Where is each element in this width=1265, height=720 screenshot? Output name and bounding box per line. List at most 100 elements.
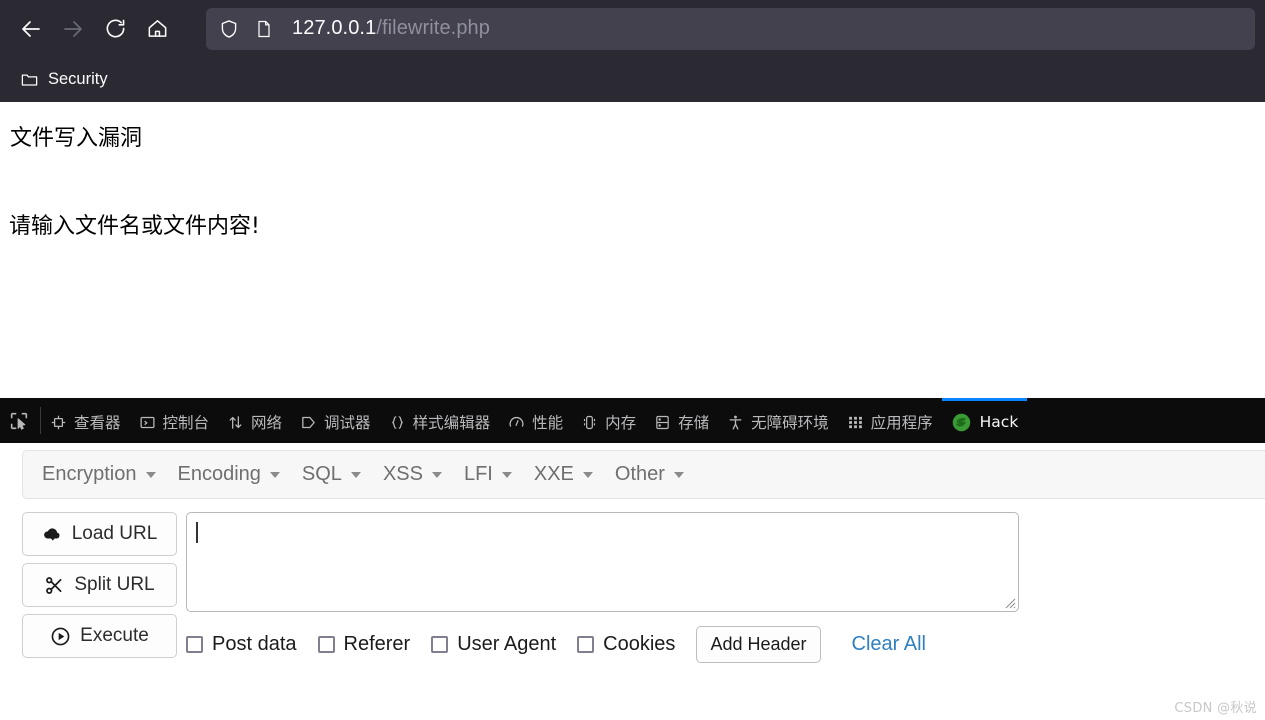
add-header-button[interactable]: Add Header bbox=[696, 626, 821, 663]
reload-button[interactable] bbox=[94, 9, 136, 49]
checkbox-box[interactable] bbox=[577, 636, 595, 653]
bookmark-item-security[interactable]: Security bbox=[14, 66, 116, 93]
hackbar-menu-lfi[interactable]: LFI bbox=[453, 457, 523, 492]
inspector-icon bbox=[50, 414, 67, 431]
bookmarks-toolbar: Security bbox=[0, 57, 1265, 102]
chevron-down-icon bbox=[582, 471, 593, 478]
checkbox-post-data[interactable]: Post data bbox=[186, 633, 297, 656]
page-icon bbox=[254, 19, 274, 39]
cloud-download-icon bbox=[42, 524, 63, 545]
storage-icon bbox=[654, 414, 671, 431]
split-url-button[interactable]: Split URL bbox=[22, 563, 177, 607]
devtools-tab-label: 应用程序 bbox=[870, 414, 933, 432]
chevron-down-icon bbox=[501, 471, 512, 478]
devtools-tab-label: 存储 bbox=[678, 414, 710, 432]
hackbar-menu-encryption[interactable]: Encryption bbox=[31, 457, 167, 492]
devtools-tab-label: 内存 bbox=[605, 414, 637, 432]
page-prompt-text: 请输入文件名或文件内容! bbox=[9, 214, 260, 239]
execute-button[interactable]: Execute bbox=[22, 614, 177, 658]
hackbar-input-area: Post data Referer User Agent Cookies Add… bbox=[177, 512, 1265, 720]
button-label: Execute bbox=[80, 625, 149, 646]
menu-label: Encoding bbox=[177, 463, 261, 485]
address-bar[interactable]: 127.0.0.1/filewrite.php bbox=[206, 7, 1255, 50]
checkbox-label: User Agent bbox=[457, 633, 557, 655]
bookmark-label: Security bbox=[48, 70, 108, 88]
checkbox-label: Referer bbox=[343, 633, 411, 655]
devtools-tab-label: Hack bbox=[979, 413, 1019, 431]
devtools-tab-label: 控制台 bbox=[162, 414, 210, 432]
devtools-tab-debugger[interactable]: 调试器 bbox=[291, 398, 380, 443]
devtools-tab-hackbar[interactable]: Hack bbox=[941, 398, 1028, 443]
hackbar-menu-sql[interactable]: SQL bbox=[291, 457, 372, 492]
devtools-tab-inspector[interactable]: 查看器 bbox=[41, 398, 130, 443]
hackbar-icon bbox=[951, 412, 972, 433]
checkbox-box[interactable] bbox=[431, 636, 449, 653]
application-icon bbox=[847, 414, 864, 431]
menu-label: Encryption bbox=[42, 463, 137, 485]
devtools-tab-label: 样式编辑器 bbox=[412, 414, 491, 432]
checkbox-box[interactable] bbox=[317, 636, 335, 653]
devtools-tab-label: 性能 bbox=[532, 414, 564, 432]
checkbox-label: Post data bbox=[212, 633, 297, 655]
home-button[interactable] bbox=[136, 9, 178, 49]
menu-label: LFI bbox=[463, 463, 493, 485]
chevron-down-icon bbox=[673, 471, 684, 478]
devtools-tab-label: 查看器 bbox=[74, 414, 121, 432]
devtools-tab-application[interactable]: 应用程序 bbox=[838, 398, 942, 443]
menu-label: SQL bbox=[301, 463, 342, 485]
url-text: 127.0.0.1/filewrite.php bbox=[292, 17, 490, 40]
hackbar-menu-encoding[interactable]: Encoding bbox=[167, 457, 291, 492]
devtools-tab-accessibility[interactable]: 无障碍环境 bbox=[718, 398, 838, 443]
devtools-tab-performance[interactable]: 性能 bbox=[499, 398, 572, 443]
checkbox-box[interactable] bbox=[186, 636, 203, 653]
url-path: /filewrite.php bbox=[376, 17, 490, 39]
clear-all-link[interactable]: Clear All bbox=[852, 633, 926, 656]
checkbox-label: Cookies bbox=[603, 633, 676, 655]
button-label: Split URL bbox=[74, 574, 155, 595]
hackbar-menu-xss[interactable]: XSS bbox=[372, 457, 453, 492]
shield-icon bbox=[218, 18, 240, 40]
devtools-tab-storage[interactable]: 存储 bbox=[645, 398, 718, 443]
watermark: CSDN @秋说 bbox=[1174, 701, 1257, 716]
devtools-panel: 查看器 控制台 网络 调试器 样式编辑器 性能 内存 存储 无障碍环境 应用程序… bbox=[0, 398, 1265, 720]
page-title: 文件写入漏洞 bbox=[10, 126, 143, 151]
devtools-tabbar: 查看器 控制台 网络 调试器 样式编辑器 性能 内存 存储 无障碍环境 应用程序… bbox=[0, 398, 1265, 443]
chevron-down-icon bbox=[145, 471, 156, 478]
back-button[interactable] bbox=[10, 9, 52, 49]
browser-window: 127.0.0.1/filewrite.php Security 文件写入漏洞 … bbox=[0, 0, 1265, 720]
hackbar-action-buttons: Load URL Split URL Execute bbox=[22, 512, 177, 720]
menu-label: Other bbox=[614, 463, 665, 485]
devtools-tab-console[interactable]: 控制台 bbox=[130, 398, 219, 443]
memory-icon bbox=[581, 414, 598, 431]
hackbar-panel: Encryption Encoding SQL XSS LFI XXE Othe… bbox=[0, 443, 1265, 720]
network-icon bbox=[227, 414, 244, 431]
chevron-down-icon bbox=[269, 471, 280, 478]
devtools-tab-label: 无障碍环境 bbox=[751, 414, 829, 432]
forward-button[interactable] bbox=[52, 9, 94, 49]
url-host: 127.0.0.1 bbox=[292, 17, 377, 39]
checkbox-user-agent[interactable]: User Agent bbox=[431, 633, 556, 656]
hackbar-menu-other[interactable]: Other bbox=[604, 457, 695, 492]
element-picker-icon[interactable] bbox=[0, 398, 40, 443]
chevron-down-icon bbox=[350, 471, 361, 478]
devtools-tab-memory[interactable]: 内存 bbox=[572, 398, 645, 443]
scissors-icon bbox=[44, 575, 65, 596]
devtools-tab-style-editor[interactable]: 样式编辑器 bbox=[380, 398, 500, 443]
navigation-toolbar: 127.0.0.1/filewrite.php bbox=[0, 0, 1265, 57]
accessibility-icon bbox=[727, 414, 744, 431]
devtools-tab-network[interactable]: 网络 bbox=[218, 398, 291, 443]
url-input[interactable] bbox=[186, 512, 1019, 612]
menu-label: XSS bbox=[382, 463, 423, 485]
hackbar-options-row: Post data Referer User Agent Cookies Add… bbox=[186, 626, 1265, 663]
devtools-tab-label: 调试器 bbox=[324, 414, 371, 432]
page-content: 文件写入漏洞 请输入文件名或文件内容! bbox=[0, 102, 1265, 398]
hackbar-menu-xxe[interactable]: XXE bbox=[523, 457, 604, 492]
devtools-tab-label: 网络 bbox=[251, 414, 283, 432]
debugger-icon bbox=[300, 414, 317, 431]
load-url-button[interactable]: Load URL bbox=[22, 512, 177, 556]
resize-handle[interactable] bbox=[1001, 594, 1016, 609]
button-label: Load URL bbox=[71, 523, 158, 544]
folder-icon bbox=[20, 70, 39, 89]
checkbox-cookies[interactable]: Cookies bbox=[577, 633, 675, 656]
checkbox-referer[interactable]: Referer bbox=[317, 633, 411, 656]
